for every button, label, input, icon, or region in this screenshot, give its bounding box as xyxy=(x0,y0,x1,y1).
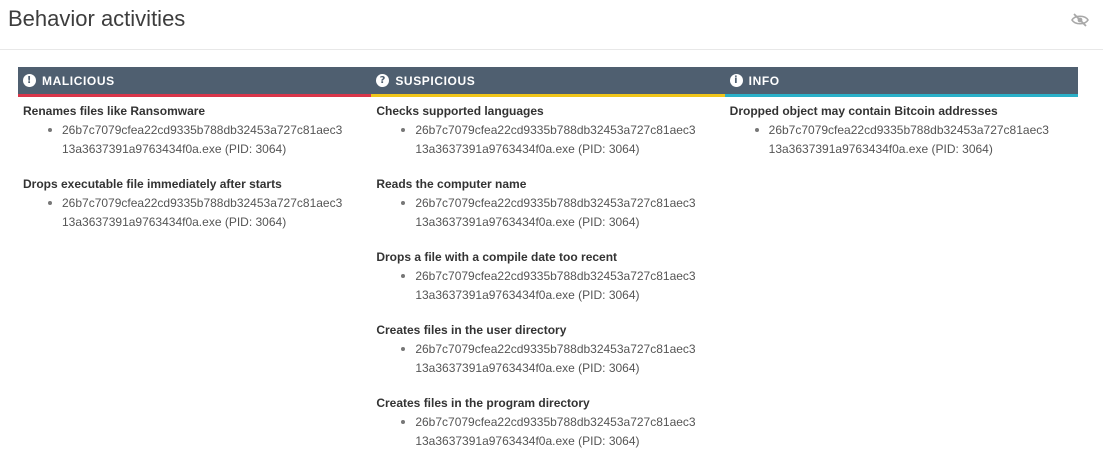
activity-name: Drops a file with a compile date too rec… xyxy=(376,250,618,264)
info-icon: i xyxy=(729,74,743,87)
process-file: 13a3637391a9763434f0a.exe (PID: 3064) xyxy=(415,215,640,229)
process-hash: 26b7c7079cfea22cd9335b788db32453a727c81a… xyxy=(415,196,696,210)
info-list: Dropped object may contain Bitcoin addre… xyxy=(725,97,1078,159)
activity-item: Creates files in the program directory 2… xyxy=(376,395,724,451)
suspicious-list: Checks supported languages 26b7c7079cfea… xyxy=(371,97,724,451)
process-hash: 26b7c7079cfea22cd9335b788db32453a727c81a… xyxy=(415,123,696,137)
behavior-columns: ! MALICIOUS Renames files like Ransomwar… xyxy=(18,67,1078,468)
activity-item: Renames files like Ransomware 26b7c7079c… xyxy=(23,103,371,159)
process-file: 13a3637391a9763434f0a.exe (PID: 3064) xyxy=(415,434,640,448)
page-title: Behavior activities xyxy=(8,6,186,31)
activity-name: Renames files like Ransomware xyxy=(23,104,206,118)
process-hash: 26b7c7079cfea22cd9335b788db32453a727c81a… xyxy=(415,415,696,429)
process-hash: 26b7c7079cfea22cd9335b788db32453a727c81a… xyxy=(62,123,343,137)
activity-item: Checks supported languages 26b7c7079cfea… xyxy=(376,103,724,159)
malicious-column: ! MALICIOUS Renames files like Ransomwar… xyxy=(18,67,372,468)
process-file: 13a3637391a9763434f0a.exe (PID: 3064) xyxy=(415,288,640,302)
process-entry: 26b7c7079cfea22cd9335b788db32453a727c81a… xyxy=(48,194,381,232)
question-icon: ? xyxy=(376,74,390,87)
process-hash: 26b7c7079cfea22cd9335b788db32453a727c81a… xyxy=(415,269,696,283)
process-hash: 26b7c7079cfea22cd9335b788db32453a727c81a… xyxy=(415,342,696,356)
activity-item: Creates files in the user directory 26b7… xyxy=(376,322,724,378)
suspicious-label: SUSPICIOUS xyxy=(395,73,476,88)
process-file: 13a3637391a9763434f0a.exe (PID: 3064) xyxy=(768,142,993,156)
process-entry: 26b7c7079cfea22cd9335b788db32453a727c81a… xyxy=(401,340,734,378)
activity-item: Reads the computer name 26b7c7079cfea22c… xyxy=(376,176,724,232)
process-hash: 26b7c7079cfea22cd9335b788db32453a727c81a… xyxy=(62,196,343,210)
activity-item: Dropped object may contain Bitcoin addre… xyxy=(730,103,1078,159)
process-entry: 26b7c7079cfea22cd9335b788db32453a727c81a… xyxy=(401,413,734,451)
process-hash: 26b7c7079cfea22cd9335b788db32453a727c81a… xyxy=(768,123,1049,137)
activity-name: Dropped object may contain Bitcoin addre… xyxy=(729,104,998,118)
activity-name: Drops executable file immediately after … xyxy=(23,177,282,191)
process-file: 13a3637391a9763434f0a.exe (PID: 3064) xyxy=(415,361,640,375)
process-entry: 26b7c7079cfea22cd9335b788db32453a727c81a… xyxy=(48,121,381,159)
process-entry: 26b7c7079cfea22cd9335b788db32453a727c81a… xyxy=(754,121,1088,159)
exclamation-icon: ! xyxy=(23,74,36,87)
suspicious-header: ? SUSPICIOUS xyxy=(371,67,725,97)
activity-name: Creates files in the program directory xyxy=(376,396,590,410)
section-header: Behavior activities xyxy=(0,0,1103,50)
suspicious-column: ? SUSPICIOUS Checks supported languages … xyxy=(371,67,725,468)
eye-slash-icon[interactable] xyxy=(1071,12,1089,28)
malicious-label: MALICIOUS xyxy=(42,73,115,88)
activity-item: Drops a file with a compile date too rec… xyxy=(376,249,724,305)
process-entry: 26b7c7079cfea22cd9335b788db32453a727c81a… xyxy=(401,194,734,232)
process-entry: 26b7c7079cfea22cd9335b788db32453a727c81a… xyxy=(401,267,734,305)
malicious-list: Renames files like Ransomware 26b7c7079c… xyxy=(18,97,371,232)
process-file: 13a3637391a9763434f0a.exe (PID: 3064) xyxy=(62,142,287,156)
info-header: i INFO xyxy=(724,67,1078,97)
info-label: INFO xyxy=(748,73,780,88)
process-file: 13a3637391a9763434f0a.exe (PID: 3064) xyxy=(415,142,640,156)
activity-item: Drops executable file immediately after … xyxy=(23,176,371,232)
activity-name: Reads the computer name xyxy=(376,177,527,191)
process-entry: 26b7c7079cfea22cd9335b788db32453a727c81a… xyxy=(401,121,734,159)
info-column: i INFO Dropped object may contain Bitcoi… xyxy=(724,67,1078,468)
process-file: 13a3637391a9763434f0a.exe (PID: 3064) xyxy=(62,215,287,229)
activity-name: Creates files in the user directory xyxy=(376,323,567,337)
activity-name: Checks supported languages xyxy=(376,104,544,118)
malicious-header: ! MALICIOUS xyxy=(18,67,372,97)
